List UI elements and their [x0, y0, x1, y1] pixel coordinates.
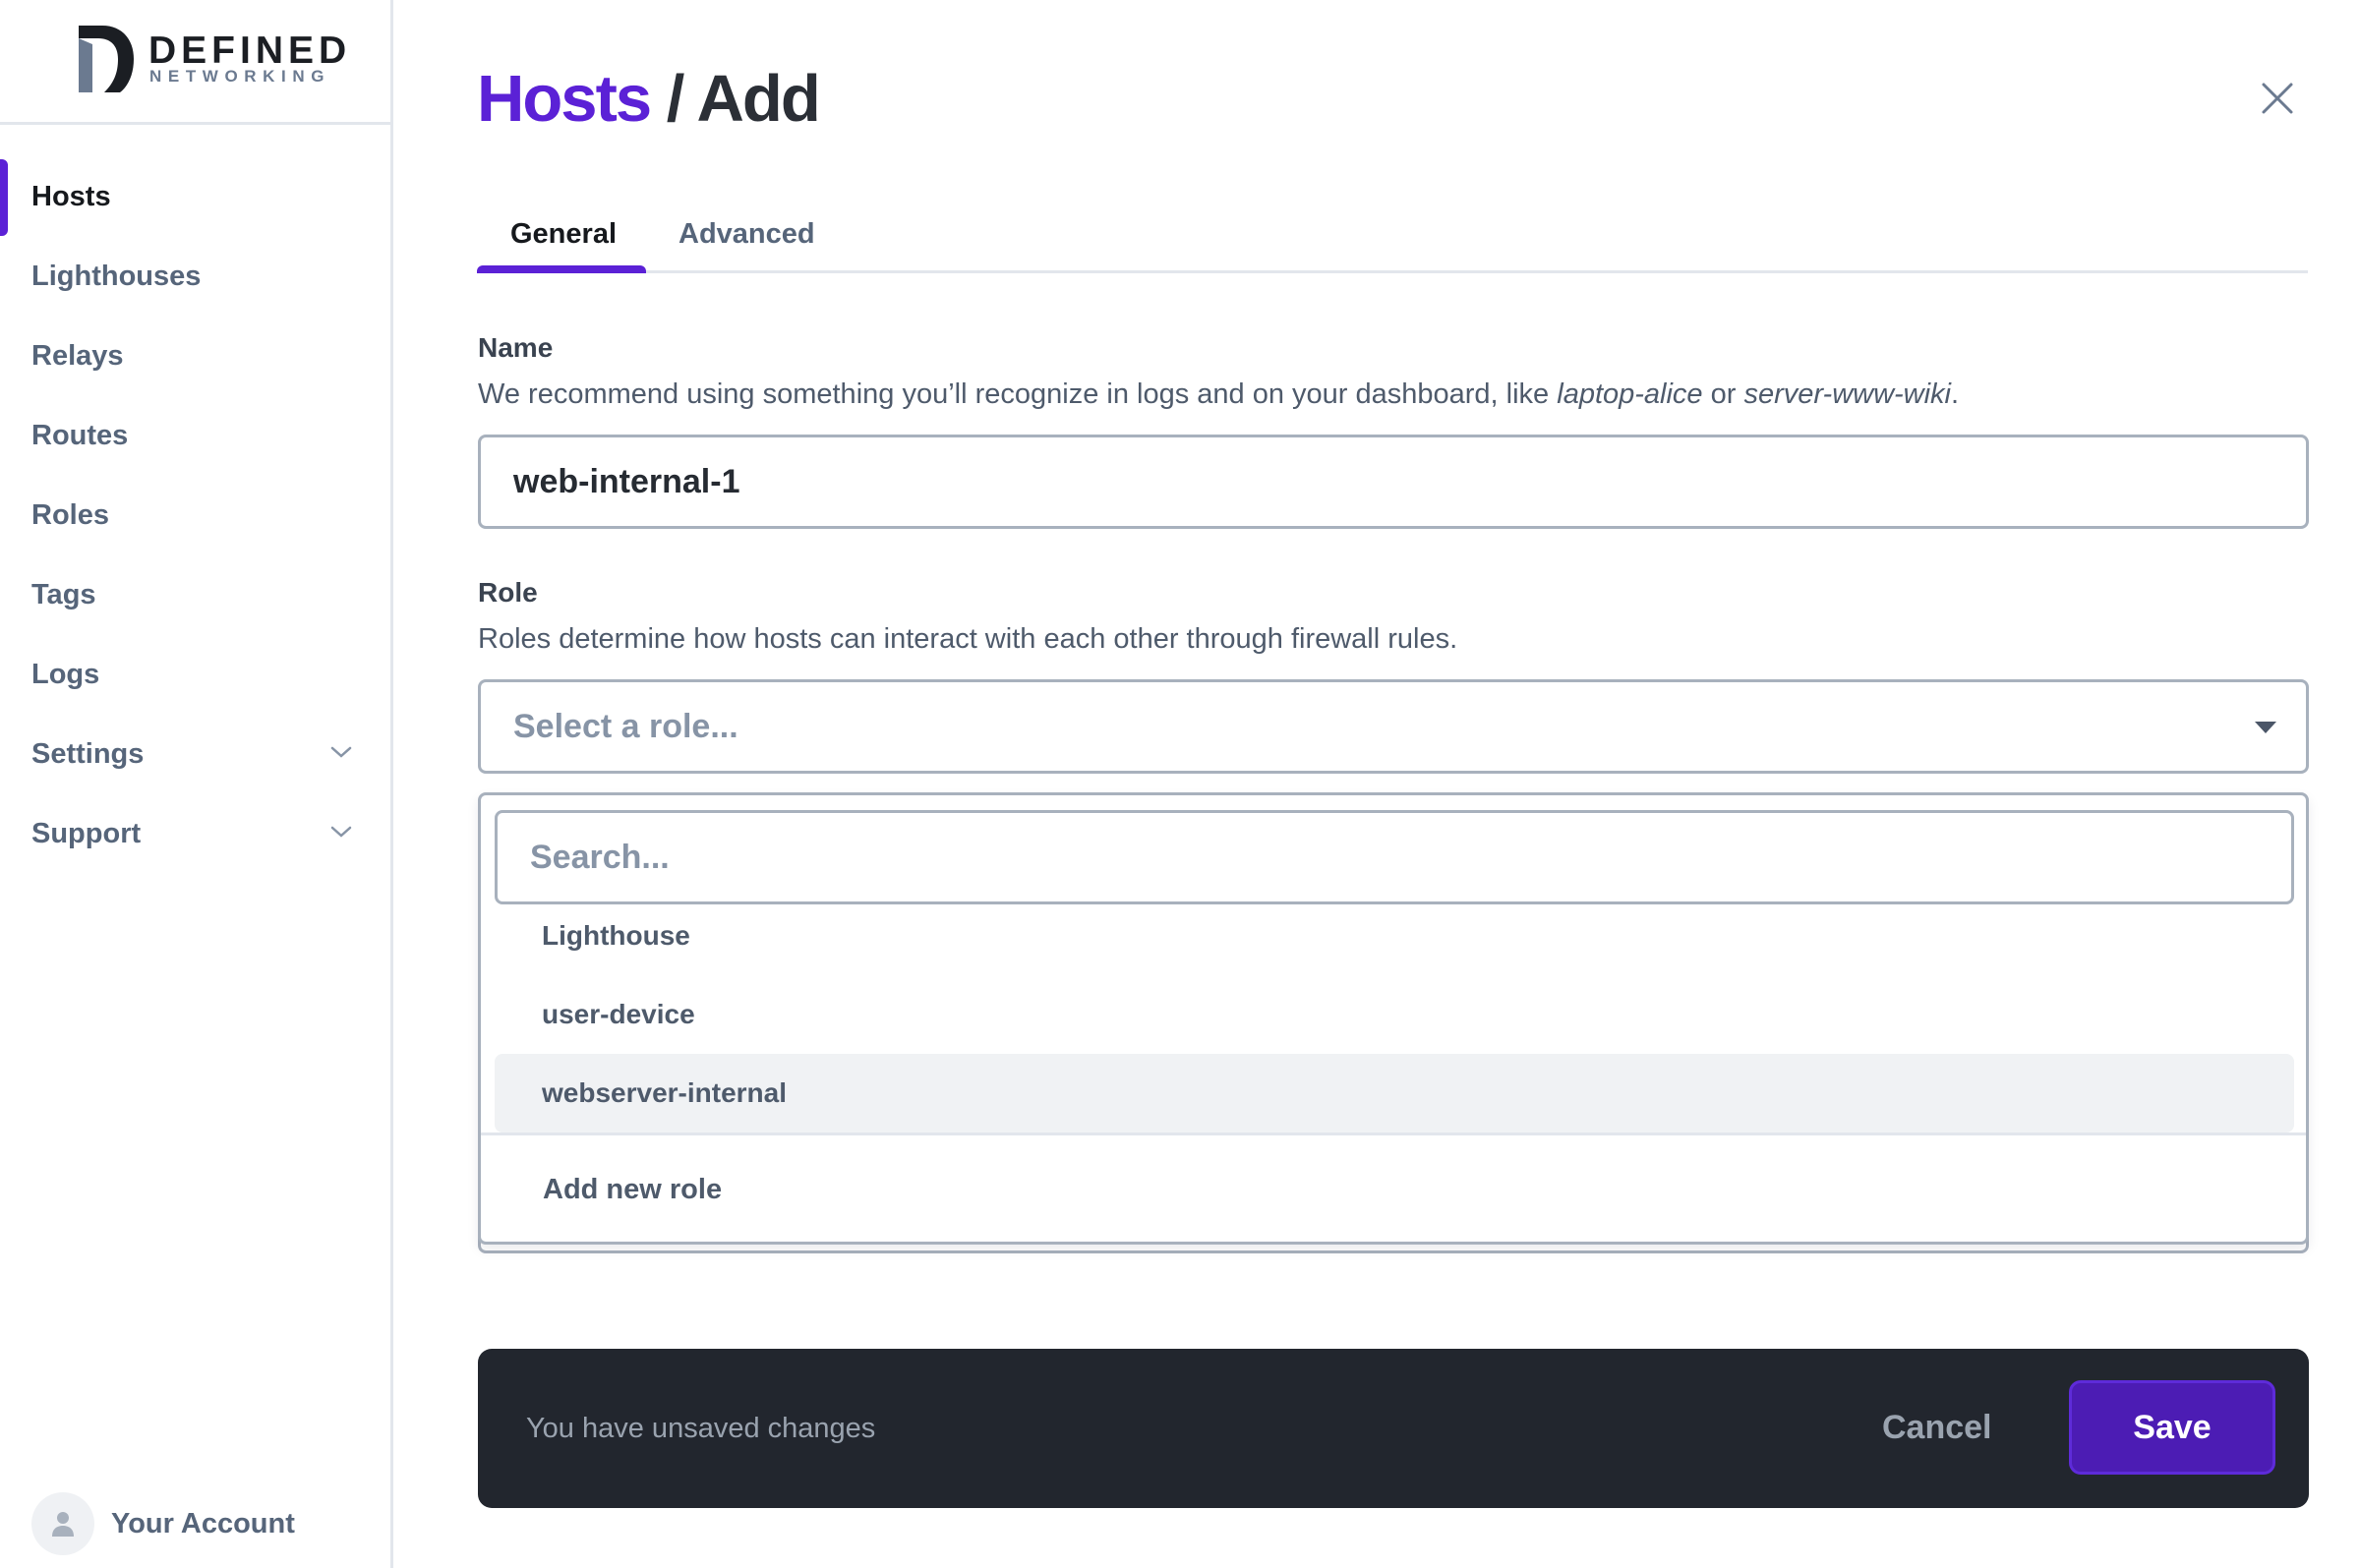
- name-input[interactable]: web-internal-1: [478, 435, 2309, 529]
- tab-advanced[interactable]: Advanced: [678, 218, 815, 251]
- role-option-user-device[interactable]: user-device: [495, 975, 2294, 1054]
- save-button[interactable]: Save: [2069, 1380, 2275, 1475]
- close-icon[interactable]: [2260, 81, 2295, 116]
- sidebar-item-label: Roles: [31, 499, 109, 531]
- page-title: Hosts / Add: [477, 61, 821, 137]
- sidebar-item-logs[interactable]: Logs: [0, 635, 390, 715]
- tab-general[interactable]: General: [510, 218, 617, 251]
- role-help-text: Roles determine how hosts can interact w…: [478, 623, 1458, 655]
- user-icon: [52, 1512, 74, 1537]
- role-label: Role: [478, 577, 538, 608]
- your-account-button[interactable]: Your Account: [31, 1492, 295, 1555]
- tab-bar: General Advanced: [477, 206, 2308, 273]
- sidebar-item-label: Routes: [31, 420, 129, 451]
- sidebar-item-settings[interactable]: Settings: [0, 715, 390, 794]
- chevron-down-icon: [330, 826, 352, 838]
- sidebar-item-label: Tags: [31, 579, 96, 610]
- add-new-role-button[interactable]: Add new role: [543, 1174, 722, 1206]
- unsaved-changes-message: You have unsaved changes: [526, 1413, 876, 1444]
- sidebar-item-label: Lighthouses: [31, 261, 202, 292]
- name-help-text: We recommend using something you’ll reco…: [478, 378, 1960, 410]
- cancel-button[interactable]: Cancel: [1882, 1409, 1992, 1447]
- role-option-lighthouse[interactable]: Lighthouse: [495, 897, 2294, 975]
- dropdown-divider: [481, 1132, 2306, 1135]
- unsaved-changes-bar: You have unsaved changes Cancel Save: [478, 1349, 2309, 1508]
- sidebar-item-label: Hosts: [31, 181, 111, 212]
- role-option-webserver-internal[interactable]: webserver-internal: [495, 1054, 2294, 1132]
- logo[interactable]: DEFINED NETWORKING: [0, 0, 390, 125]
- sidebar-item-label: Settings: [31, 738, 145, 770]
- chevron-down-icon: [330, 746, 352, 758]
- sidebar: DEFINED NETWORKING Hosts Lighthouses Rel…: [0, 0, 393, 1568]
- account-label: Your Account: [111, 1507, 295, 1539]
- sidebar-item-tags[interactable]: Tags: [0, 555, 390, 635]
- defined-logo-icon: [79, 26, 134, 92]
- role-dropdown: Search... Lighthouse user-device webserv…: [478, 792, 2309, 1245]
- sidebar-item-label: Relays: [31, 340, 124, 372]
- sidebar-item-relays[interactable]: Relays: [0, 317, 390, 396]
- breadcrumb-separator: /: [666, 62, 685, 136]
- sidebar-item-label: Support: [31, 818, 142, 849]
- sidebar-item-lighthouses[interactable]: Lighthouses: [0, 237, 390, 317]
- role-dropdown-shadow: Search... Lighthouse user-device webserv…: [478, 792, 2309, 1253]
- breadcrumb-current: Add: [696, 62, 821, 136]
- role-select[interactable]: Select a role...: [478, 679, 2309, 774]
- caret-down-icon: [2255, 722, 2276, 733]
- role-select-placeholder: Select a role...: [513, 707, 738, 745]
- role-search-input[interactable]: Search...: [495, 810, 2294, 904]
- name-label: Name: [478, 332, 554, 363]
- sidebar-item-routes[interactable]: Routes: [0, 396, 390, 476]
- active-tab-indicator: [477, 265, 646, 273]
- brand-sub: NETWORKING: [149, 67, 331, 86]
- sidebar-item-roles[interactable]: Roles: [0, 476, 390, 555]
- sidebar-item-hosts[interactable]: Hosts: [0, 157, 390, 237]
- sidebar-item-label: Logs: [31, 659, 100, 690]
- sidebar-item-support[interactable]: Support: [0, 794, 390, 874]
- breadcrumb-hosts-link[interactable]: Hosts: [477, 62, 652, 136]
- avatar: [31, 1492, 94, 1555]
- sidebar-nav: Hosts Lighthouses Relays Routes Roles Ta…: [0, 157, 390, 874]
